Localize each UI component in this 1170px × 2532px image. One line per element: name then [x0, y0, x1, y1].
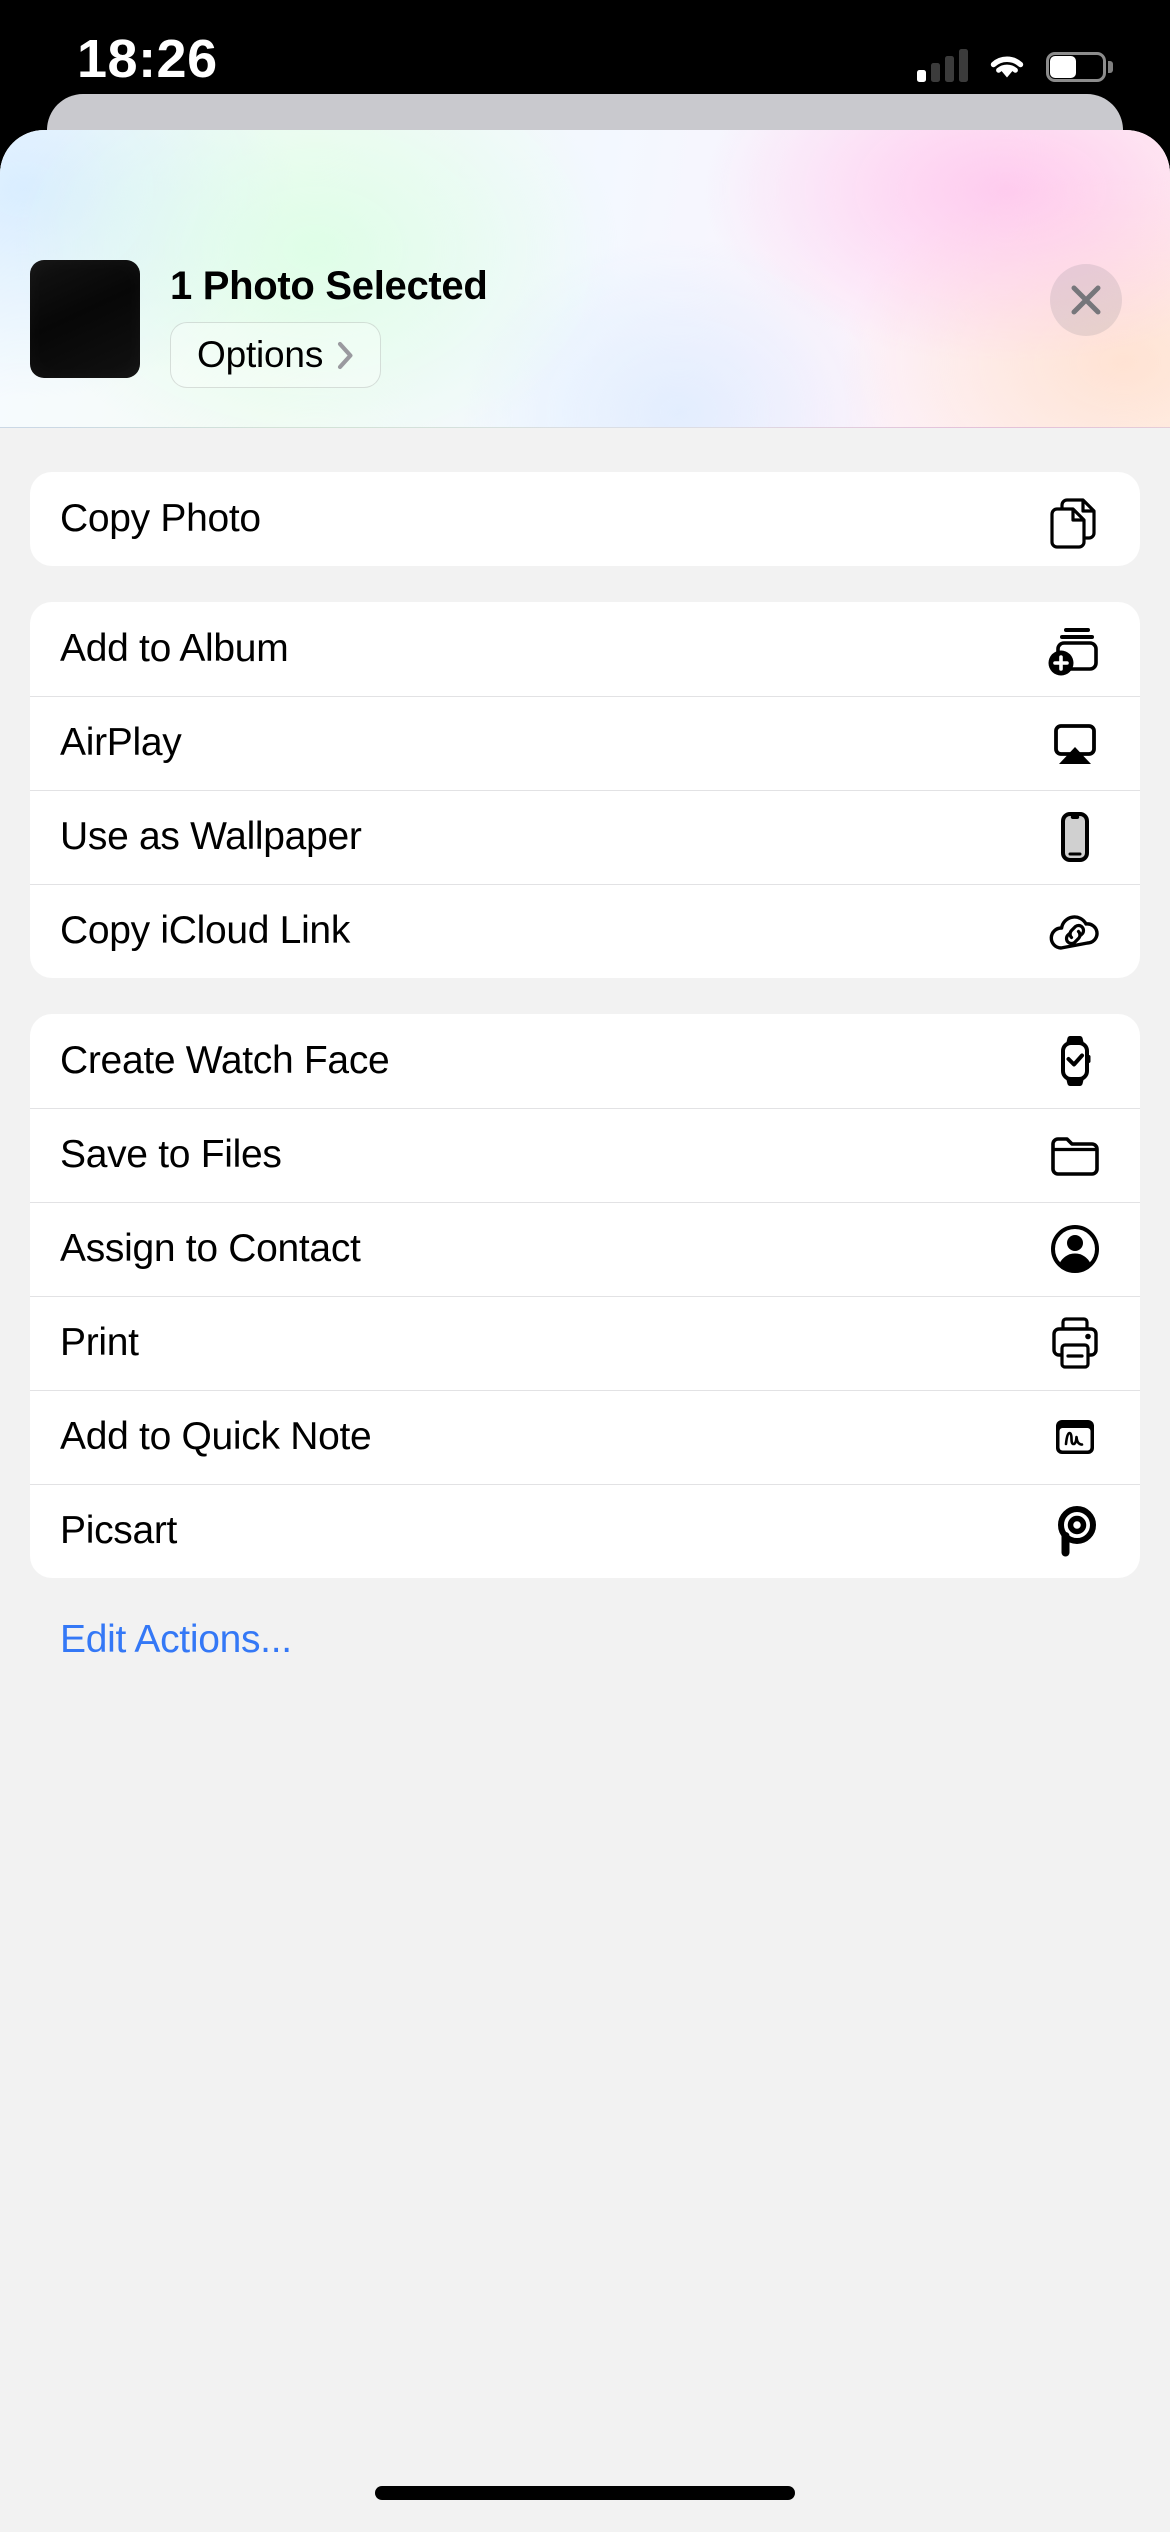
action-row-label: Create Watch Face: [60, 1039, 390, 1082]
photo-actions-group: Add to Album AirPlay Use as Wallpaper Co…: [30, 602, 1140, 978]
action-row-label: AirPlay: [60, 721, 182, 764]
share-sheet: 1 Photo Selected Options Copy Photo Add …: [0, 130, 1170, 2532]
action-row-label: Assign to Contact: [60, 1227, 361, 1270]
chevron-right-icon: [337, 341, 354, 370]
cellular-signal-icon: [917, 48, 968, 82]
wifi-icon: [985, 50, 1029, 82]
action-row-create-watch-face[interactable]: Create Watch Face: [30, 1014, 1140, 1108]
action-row-copy-icloud-link[interactable]: Copy iCloud Link: [30, 884, 1140, 978]
share-sheet-header: 1 Photo Selected Options: [0, 130, 1170, 428]
action-row-label: Add to Quick Note: [60, 1415, 372, 1458]
action-row-label: Save to Files: [60, 1133, 282, 1176]
options-button-label: Options: [197, 334, 324, 375]
status-bar-clock: 18:26: [77, 29, 218, 89]
action-row-add-to-album[interactable]: Add to Album: [30, 602, 1140, 696]
airplay-icon: [1044, 712, 1106, 774]
close-icon: [1069, 283, 1103, 317]
apple-watch-icon: [1044, 1030, 1106, 1092]
action-row-assign-to-contact[interactable]: Assign to Contact: [30, 1202, 1140, 1296]
edit-actions-label: Edit Actions...: [60, 1618, 292, 1661]
folder-icon: [1044, 1124, 1106, 1186]
status-bar-indicators: [917, 38, 1113, 82]
iphone-screen: 18:26 1 Photo Selected Options Copy Phot…: [0, 0, 1170, 2532]
system-actions-group: Create Watch Face Save to Files Assign t…: [30, 1014, 1140, 1578]
action-row-copy-photo[interactable]: Copy Photo: [30, 472, 1140, 566]
photo-thumbnail[interactable]: [30, 260, 140, 378]
clipboard-group: Copy Photo: [30, 472, 1140, 566]
quick-note-icon: [1044, 1406, 1106, 1468]
action-groups: Copy Photo Add to Album AirPlay Use as W…: [0, 472, 1170, 1662]
picsart-logo-icon: [1044, 1500, 1106, 1562]
options-button[interactable]: Options: [170, 322, 382, 388]
add-to-album-icon: [1044, 618, 1106, 680]
page-title: 1 Photo Selected: [170, 264, 488, 308]
action-row-label: Copy iCloud Link: [60, 909, 351, 952]
action-row-save-to-files[interactable]: Save to Files: [30, 1108, 1140, 1202]
action-row-label: Print: [60, 1321, 139, 1364]
action-row-label: Copy Photo: [60, 497, 261, 540]
iphone-wallpaper-icon: [1044, 806, 1106, 868]
edit-actions-button[interactable]: Edit Actions...: [30, 1578, 1140, 1662]
action-row-label: Picsart: [60, 1509, 178, 1552]
home-indicator: [375, 2486, 795, 2500]
printer-icon: [1044, 1312, 1106, 1374]
contact-person-icon: [1044, 1218, 1106, 1280]
close-button[interactable]: [1050, 264, 1122, 336]
action-row-airplay[interactable]: AirPlay: [30, 696, 1140, 790]
header-content: 1 Photo Selected Options: [0, 260, 1170, 428]
action-row-print[interactable]: Print: [30, 1296, 1140, 1390]
action-row-add-to-quick-note[interactable]: Add to Quick Note: [30, 1390, 1140, 1484]
action-row-label: Use as Wallpaper: [60, 815, 362, 858]
action-row-use-as-wallpaper[interactable]: Use as Wallpaper: [30, 790, 1140, 884]
action-row-picsart[interactable]: Picsart: [30, 1484, 1140, 1578]
copy-documents-icon: [1044, 488, 1106, 550]
action-row-label: Add to Album: [60, 627, 289, 670]
battery-icon: [1046, 52, 1113, 82]
icloud-link-icon: [1044, 900, 1106, 962]
